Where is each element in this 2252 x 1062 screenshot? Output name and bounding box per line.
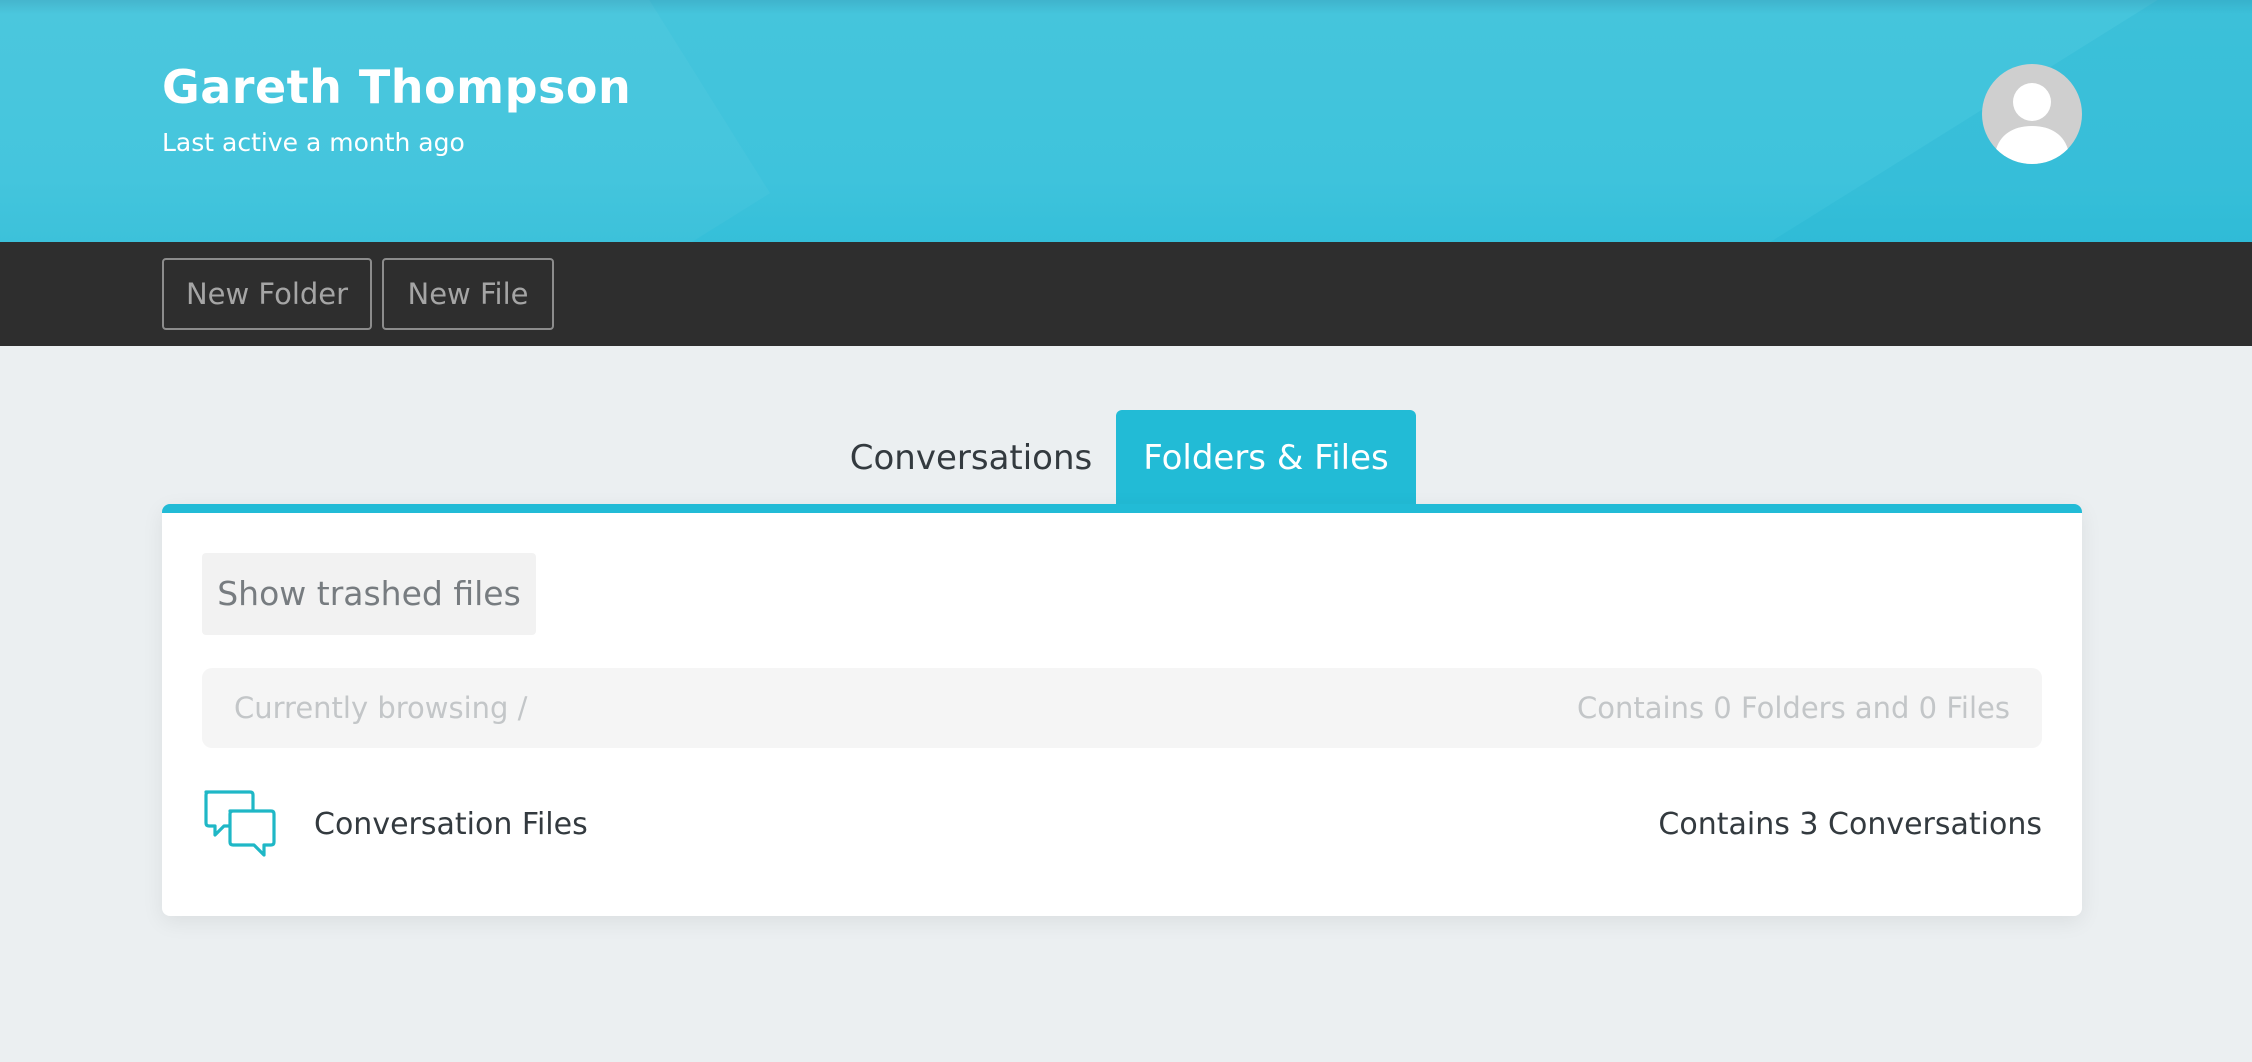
- files-panel: Show trashed files Currently browsing / …: [162, 504, 2082, 916]
- tab-folders-files[interactable]: Folders & Files: [1116, 410, 1416, 512]
- browse-bar: Currently browsing / Contains 0 Folders …: [202, 668, 2042, 748]
- profile-header: Gareth Thompson Last active a month ago: [0, 0, 2252, 242]
- list-item[interactable]: Conversation Files Contains 3 Conversati…: [202, 783, 2042, 867]
- action-toolbar: New Folder New File: [0, 242, 2252, 346]
- last-active-status: Last active a month ago: [162, 128, 465, 157]
- tab-bar: Conversations Folders & Files: [0, 410, 2252, 512]
- tab-conversations[interactable]: Conversations: [836, 410, 1106, 512]
- current-path: Currently browsing /: [234, 691, 528, 725]
- item-name: Conversation Files: [314, 807, 588, 842]
- chat-bubbles-icon: [202, 789, 278, 859]
- new-folder-button[interactable]: New Folder: [162, 258, 372, 330]
- new-file-button[interactable]: New File: [382, 258, 554, 330]
- folder-file-count: Contains 0 Folders and 0 Files: [1577, 691, 2010, 725]
- user-avatar-icon[interactable]: [1982, 64, 2082, 164]
- header-decoration: [0, 0, 770, 242]
- item-summary: Contains 3 Conversations: [1658, 807, 2042, 842]
- show-trashed-files-button[interactable]: Show trashed files: [202, 553, 536, 635]
- user-name: Gareth Thompson: [162, 60, 632, 114]
- header-decoration: [1679, 0, 2252, 242]
